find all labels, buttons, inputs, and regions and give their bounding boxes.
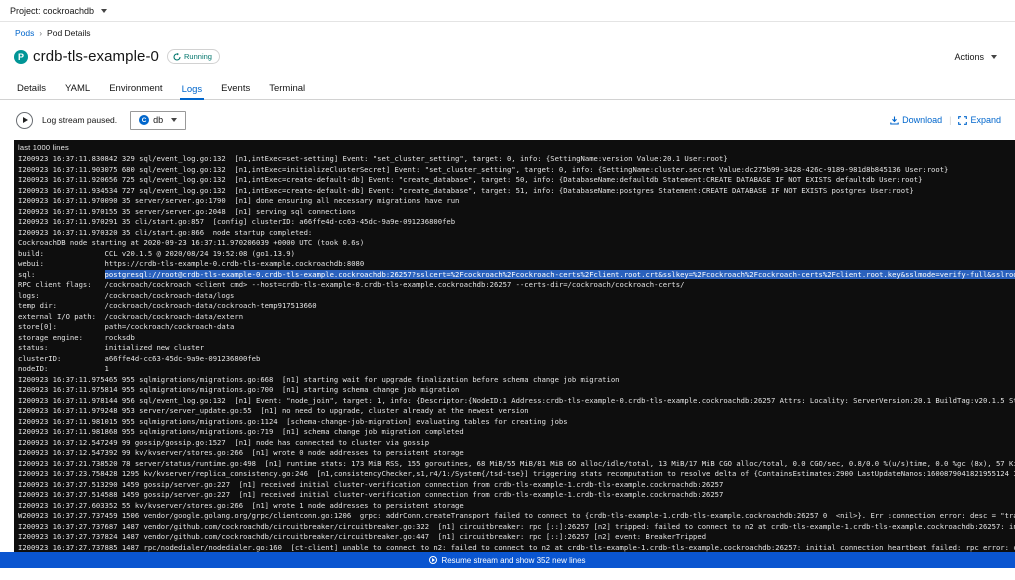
project-selector-label: Project: cockroachdb xyxy=(10,6,94,16)
log-line: logs: /cockroach/cockroach-data/logs xyxy=(18,291,1015,302)
chevron-down-icon xyxy=(171,118,177,122)
log-viewer[interactable]: last 1000 lines I200923 16:37:11.830842 … xyxy=(14,140,1015,552)
project-bar: Project: cockroachdb xyxy=(0,0,1015,22)
tab-environment[interactable]: Environment xyxy=(107,83,164,100)
log-line: build: CCL v20.1.5 @ 2020/08/24 19:52:08… xyxy=(18,249,1015,260)
log-line: I200923 16:37:11.970155 35 server/server… xyxy=(18,207,1015,218)
expand-button[interactable]: Expand xyxy=(958,115,1001,125)
log-toolbar: Log stream paused. C db Download | Expan… xyxy=(0,100,1015,140)
status-badge: Running xyxy=(167,49,220,64)
log-toolbar-right: Download | Expand xyxy=(890,115,1001,125)
log-line: webui: https://crdb-tls-example-0.crdb-t… xyxy=(18,259,1015,270)
log-line: I200923 16:37:11.903075 680 sql/event_lo… xyxy=(18,165,1015,176)
log-line: I200923 16:37:11.970320 35 cli/start.go:… xyxy=(18,228,1015,239)
breadcrumb-current: Pod Details xyxy=(47,28,90,38)
log-line: I200923 16:37:11.934534 727 sql/event_lo… xyxy=(18,186,1015,197)
log-line: I200923 16:37:21.738520 78 server/status… xyxy=(18,459,1015,470)
tab-logs[interactable]: Logs xyxy=(180,84,205,101)
actions-label: Actions xyxy=(954,52,984,62)
tab-events[interactable]: Events xyxy=(219,83,252,100)
log-window-header: last 1000 lines xyxy=(18,143,1015,154)
log-line: nodeID: 1 xyxy=(18,364,1015,375)
log-line: I200923 16:37:11.970291 35 cli/start.go:… xyxy=(18,217,1015,228)
log-line: I200923 16:37:11.981868 955 sqlmigration… xyxy=(18,427,1015,438)
log-line: I200923 16:37:27.603352 55 kv/kvserver/s… xyxy=(18,501,1015,512)
log-line: I200923 16:37:27.737885 1487 rpc/nodedia… xyxy=(18,543,1015,553)
log-line: I200923 16:37:11.978144 956 sql/event_lo… xyxy=(18,396,1015,407)
resume-stream-label: Resume stream and show 352 new lines xyxy=(441,556,585,565)
log-line: status: initialized new cluster xyxy=(18,343,1015,354)
log-line: I200923 16:37:11.830842 329 sql/event_lo… xyxy=(18,154,1015,165)
log-line: I200923 16:37:27.514588 1459 gossip/serv… xyxy=(18,490,1015,501)
log-line: W200923 16:37:27.737459 1506 vendor/goog… xyxy=(18,511,1015,522)
play-circle-icon xyxy=(429,556,437,564)
log-line: I200923 16:37:11.981015 955 sqlmigration… xyxy=(18,417,1015,428)
log-line: storage engine: rocksdb xyxy=(18,333,1015,344)
toolbar-divider: | xyxy=(949,115,951,125)
log-line: clusterID: a66ffe4d-cc63-45dc-9a9e-09123… xyxy=(18,354,1015,365)
tab-details[interactable]: Details xyxy=(15,83,48,100)
container-icon: C xyxy=(139,115,149,125)
breadcrumb: Pods › Pod Details xyxy=(0,22,1015,38)
page-title: crdb-tls-example-0 xyxy=(33,48,159,65)
chevron-down-icon xyxy=(991,55,997,59)
container-select-value: db xyxy=(153,115,163,125)
log-line: temp dir: /cockroach/cockroach-data/cock… xyxy=(18,301,1015,312)
expand-icon xyxy=(958,116,967,125)
selected-log-text: postgresql://root@crdb-tls-example-0.crd… xyxy=(105,270,1015,279)
log-line: I200923 16:37:12.547249 99 gossip/gossip… xyxy=(18,438,1015,449)
log-line: I200923 16:37:11.920656 725 sql/event_lo… xyxy=(18,175,1015,186)
log-line: sql: postgresql://root@crdb-tls-example-… xyxy=(18,270,1015,281)
breadcrumb-pods-link[interactable]: Pods xyxy=(15,28,34,38)
log-line: I200923 16:37:23.758428 1295 kv/kvserver… xyxy=(18,469,1015,480)
log-line: I200923 16:37:27.737824 1487 vendor/gith… xyxy=(18,532,1015,543)
log-line: external I/O path: /cockroach/cockroach-… xyxy=(18,312,1015,323)
log-lines: I200923 16:37:11.830842 329 sql/event_lo… xyxy=(18,154,1015,552)
log-line: I200923 16:37:11.975814 955 sqlmigration… xyxy=(18,385,1015,396)
page-header: P crdb-tls-example-0 Running Actions xyxy=(0,38,1015,68)
log-line: I200923 16:37:27.513290 1459 gossip/serv… xyxy=(18,480,1015,491)
resume-stream-button[interactable] xyxy=(16,112,33,129)
download-button[interactable]: Download xyxy=(890,115,942,125)
sync-icon xyxy=(173,53,181,61)
pod-resource-icon: P xyxy=(14,50,28,64)
project-selector[interactable]: Project: cockroachdb xyxy=(10,6,107,16)
log-line: I200923 16:37:12.547392 99 kv/kvserver/s… xyxy=(18,448,1015,459)
resume-stream-bar[interactable]: Resume stream and show 352 new lines xyxy=(0,552,1015,568)
status-badge-label: Running xyxy=(184,52,212,61)
log-line: I200923 16:37:27.737687 1487 vendor/gith… xyxy=(18,522,1015,533)
log-line: I200923 16:37:11.979248 953 server/serve… xyxy=(18,406,1015,417)
download-label: Download xyxy=(902,115,942,125)
log-line: RPC client flags: /cockroach/cockroach <… xyxy=(18,280,1015,291)
tab-yaml[interactable]: YAML xyxy=(63,83,92,100)
log-line: I200923 16:37:11.975465 955 sqlmigration… xyxy=(18,375,1015,386)
log-line: CockroachDB node starting at 2020-09-23 … xyxy=(18,238,1015,249)
stream-status-text: Log stream paused. xyxy=(42,115,117,125)
chevron-down-icon xyxy=(101,9,107,13)
download-icon xyxy=(890,116,899,125)
expand-label: Expand xyxy=(970,115,1001,125)
log-line: store[0]: path=/cockroach/cockroach-data xyxy=(18,322,1015,333)
tabs: Details YAML Environment Logs Events Terminal xyxy=(0,78,1015,100)
play-icon xyxy=(23,117,28,123)
actions-dropdown[interactable]: Actions xyxy=(954,52,997,62)
container-select[interactable]: C db xyxy=(130,111,186,130)
tab-terminal[interactable]: Terminal xyxy=(267,83,307,100)
log-line: I200923 16:37:11.970090 35 server/server… xyxy=(18,196,1015,207)
breadcrumb-separator: › xyxy=(39,29,42,38)
